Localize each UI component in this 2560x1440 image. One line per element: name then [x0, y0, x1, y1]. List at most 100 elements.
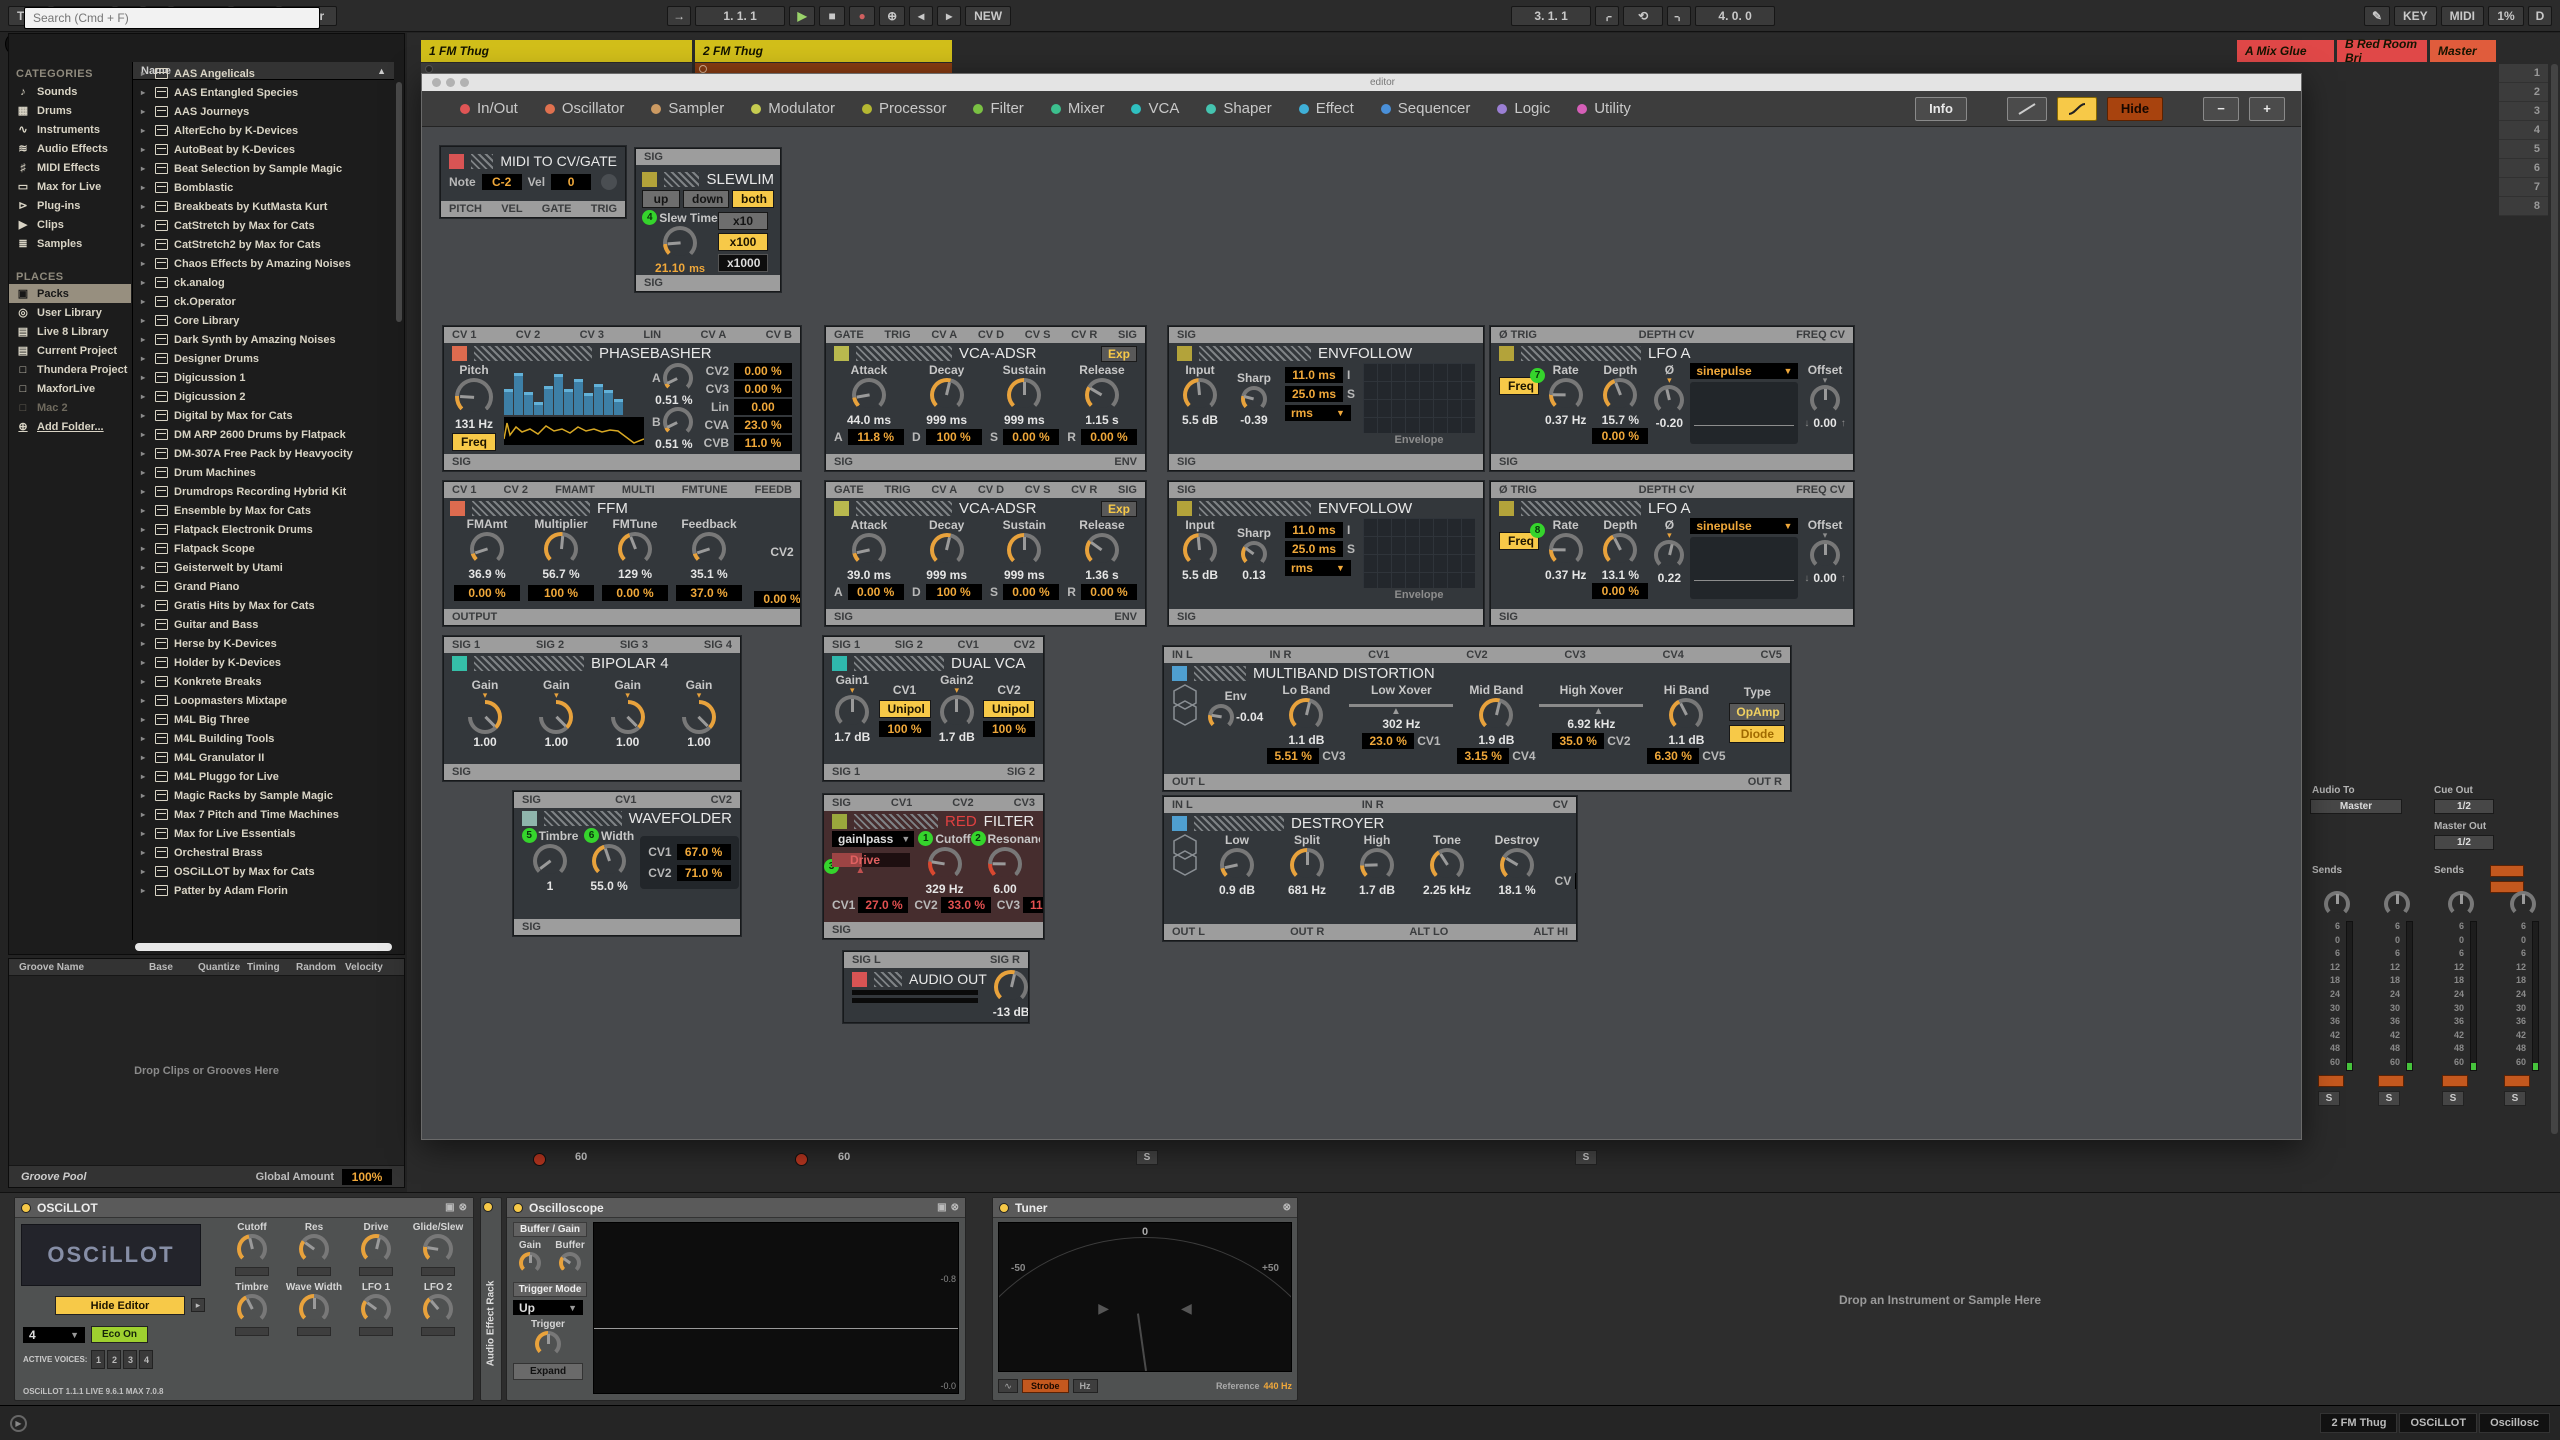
browser-pack-item[interactable]: ▸Holder by K-Devices [133, 653, 394, 672]
offset-up-arrow[interactable]: ↑ [1841, 418, 1846, 429]
scene-row[interactable]: 7 [2499, 178, 2548, 197]
patch-port[interactable]: SIG 3 [620, 639, 648, 651]
browser-pack-item[interactable]: ▸Digital by Max for Cats [133, 406, 394, 425]
expand-triangle-icon[interactable]: ▸ [141, 696, 149, 705]
macro-knob[interactable] [237, 1234, 267, 1264]
scene-row[interactable]: 8 [2499, 197, 2548, 216]
master-out-chooser[interactable]: 1/2 [2434, 835, 2494, 850]
editor-nav-button[interactable]: ▸ [191, 1298, 205, 1312]
patch-port[interactable]: CV2 [952, 797, 973, 809]
zoom-out-button[interactable]: − [2203, 97, 2239, 121]
punch-out-button[interactable]: ⌍ [1667, 6, 1691, 26]
hot-swap-icon[interactable]: ▣ [937, 1202, 946, 1213]
patch-port[interactable]: FMTUNE [682, 484, 728, 496]
hide-editor-button[interactable]: Hide Editor [55, 1296, 185, 1315]
mid-band-knob[interactable] [1479, 698, 1513, 732]
track-header-2[interactable]: 2 FM Thug [695, 40, 952, 62]
browser-pack-item[interactable]: ▸Core Library [133, 311, 394, 330]
back-to-arrangement-button[interactable]: ◂ [909, 6, 933, 26]
play-button[interactable]: ▶ [789, 6, 815, 26]
lo-band-knob[interactable] [1289, 698, 1323, 732]
destroy-cv-box[interactable]: 19.7 % [1575, 873, 1576, 889]
knob[interactable] [852, 533, 886, 567]
voices-dropdown[interactable]: 4▼ [23, 1327, 85, 1343]
trigger-mode-dropdown[interactable]: Up▼ [513, 1300, 583, 1315]
expand-triangle-icon[interactable]: ▸ [141, 468, 149, 477]
browser-pack-item[interactable]: ▸M4L Pluggo for Live [133, 767, 394, 786]
pan-knob[interactable] [2448, 891, 2474, 917]
scene-row[interactable]: 5 [2499, 140, 2548, 159]
patch-port[interactable]: CV4 [1662, 649, 1683, 661]
patch-port[interactable]: PITCH [449, 203, 482, 215]
patch-port[interactable]: CV A [931, 484, 957, 496]
browser-pack-item[interactable]: ▸Drumdrops Recording Hybrid Kit [133, 482, 394, 501]
module-vca-adsr-1[interactable]: GATETRIGCV ACV DCV SCV RSIG VCA-ADSRExp … [825, 326, 1146, 471]
expand-triangle-icon[interactable]: ▸ [141, 848, 149, 857]
patch-port[interactable]: CV1 [1368, 649, 1389, 661]
expand-triangle-icon[interactable]: ▸ [141, 183, 149, 192]
patch-port[interactable]: CV 1 [452, 329, 476, 341]
browser-category[interactable]: ▦Drums [9, 101, 131, 120]
patch-port[interactable]: SIG [644, 151, 663, 163]
patch-port[interactable]: SIG R [990, 954, 1020, 966]
solo-button[interactable]: S [1575, 1150, 1597, 1165]
knob[interactable] [852, 378, 886, 412]
module-category-tab[interactable]: Mixer [1051, 100, 1105, 117]
patch-port[interactable]: IN L [1172, 649, 1193, 661]
phase-knob[interactable] [1654, 385, 1684, 415]
patch-port[interactable]: FMAMT [555, 484, 595, 496]
patch-port[interactable]: GATE [834, 329, 864, 341]
patch-port[interactable]: SIG 2 [536, 639, 564, 651]
device-activator[interactable] [513, 1203, 523, 1213]
curved-patchcord-button[interactable] [2057, 97, 2097, 121]
track-header-1[interactable]: 1 FM Thug [421, 40, 692, 62]
hz-toggle[interactable]: Hz [1073, 1379, 1098, 1393]
depth-knob[interactable] [1603, 378, 1637, 412]
module-midi-to-cv-gate[interactable]: MIDI TO CV/GATE Note C-2 Vel 0 PITCHVELG… [440, 146, 626, 218]
scene-row[interactable]: 3 [2499, 102, 2548, 121]
waveform-dropdown[interactable]: sinepulse▼ [1690, 518, 1798, 534]
browser-pack-item[interactable]: ▸Digicussion 2 [133, 387, 394, 406]
close-icon[interactable]: ⊗ [951, 1202, 959, 1213]
module-wavefolder[interactable]: SIGCV1CV2 WAVEFOLDER 5Timbre1 6Width55.0… [513, 791, 741, 936]
expand-triangle-icon[interactable]: ▸ [141, 886, 149, 895]
knob[interactable] [1007, 533, 1041, 567]
clip-launch-button[interactable] [699, 65, 707, 73]
map-button[interactable] [359, 1267, 393, 1276]
knob[interactable] [930, 533, 964, 567]
track-activator[interactable] [2442, 1075, 2468, 1087]
slew-up-button[interactable]: up [642, 190, 680, 208]
patch-port[interactable]: CV D [978, 484, 1004, 496]
module-category-tab[interactable]: Utility [1577, 100, 1631, 117]
follow-button[interactable]: → [667, 6, 691, 26]
forward-button[interactable]: ▸ [937, 6, 961, 26]
browser-pack-item[interactable]: ▸DM-307A Free Pack by Heavyocity [133, 444, 394, 463]
browser-category[interactable]: ⊕Add Folder... [9, 417, 131, 436]
patch-port[interactable]: SIG [452, 766, 471, 778]
expand-triangle-icon[interactable]: ▸ [141, 753, 149, 762]
patch-port[interactable]: FEEDB [755, 484, 792, 496]
module-envfollow-2[interactable]: SIG ENVFOLLOW Input5.5 dB Sharp0.13 11.0… [1168, 481, 1484, 626]
expand-triangle-icon[interactable]: ▸ [141, 259, 149, 268]
gain-knob[interactable] [519, 1252, 541, 1274]
expand-triangle-icon[interactable]: ▸ [141, 734, 149, 743]
expand-triangle-icon[interactable]: ▸ [141, 829, 149, 838]
browser-pack-item[interactable]: ▸CatStretch2 by Max for Cats [133, 235, 394, 254]
module-vca-adsr-2[interactable]: GATETRIGCV ACV DCV SCV RSIG VCA-ADSRExp … [825, 481, 1146, 626]
patch-port[interactable]: SIG [522, 921, 541, 933]
macro-knob[interactable] [423, 1294, 453, 1324]
cv-amount-box[interactable]: 100 % [528, 585, 594, 601]
attack-time-box[interactable]: 11.0 ms [1285, 522, 1343, 538]
macro-knob[interactable] [361, 1294, 391, 1324]
map-button[interactable] [235, 1327, 269, 1336]
patch-port[interactable]: SIG 1 [832, 766, 860, 778]
step-bar-display[interactable] [504, 363, 644, 415]
expand-button[interactable]: Expand [513, 1363, 583, 1380]
browser-pack-item[interactable]: ▸Loopmasters Mixtape [133, 691, 394, 710]
patch-port[interactable]: SIG [1177, 329, 1196, 341]
patch-port[interactable]: SIG 2 [1007, 766, 1035, 778]
phase-b-knob[interactable] [663, 407, 693, 437]
expand-triangle-icon[interactable]: ▸ [141, 772, 149, 781]
pan-knob[interactable] [2510, 891, 2536, 917]
velocity-field[interactable]: 0 [551, 174, 591, 190]
